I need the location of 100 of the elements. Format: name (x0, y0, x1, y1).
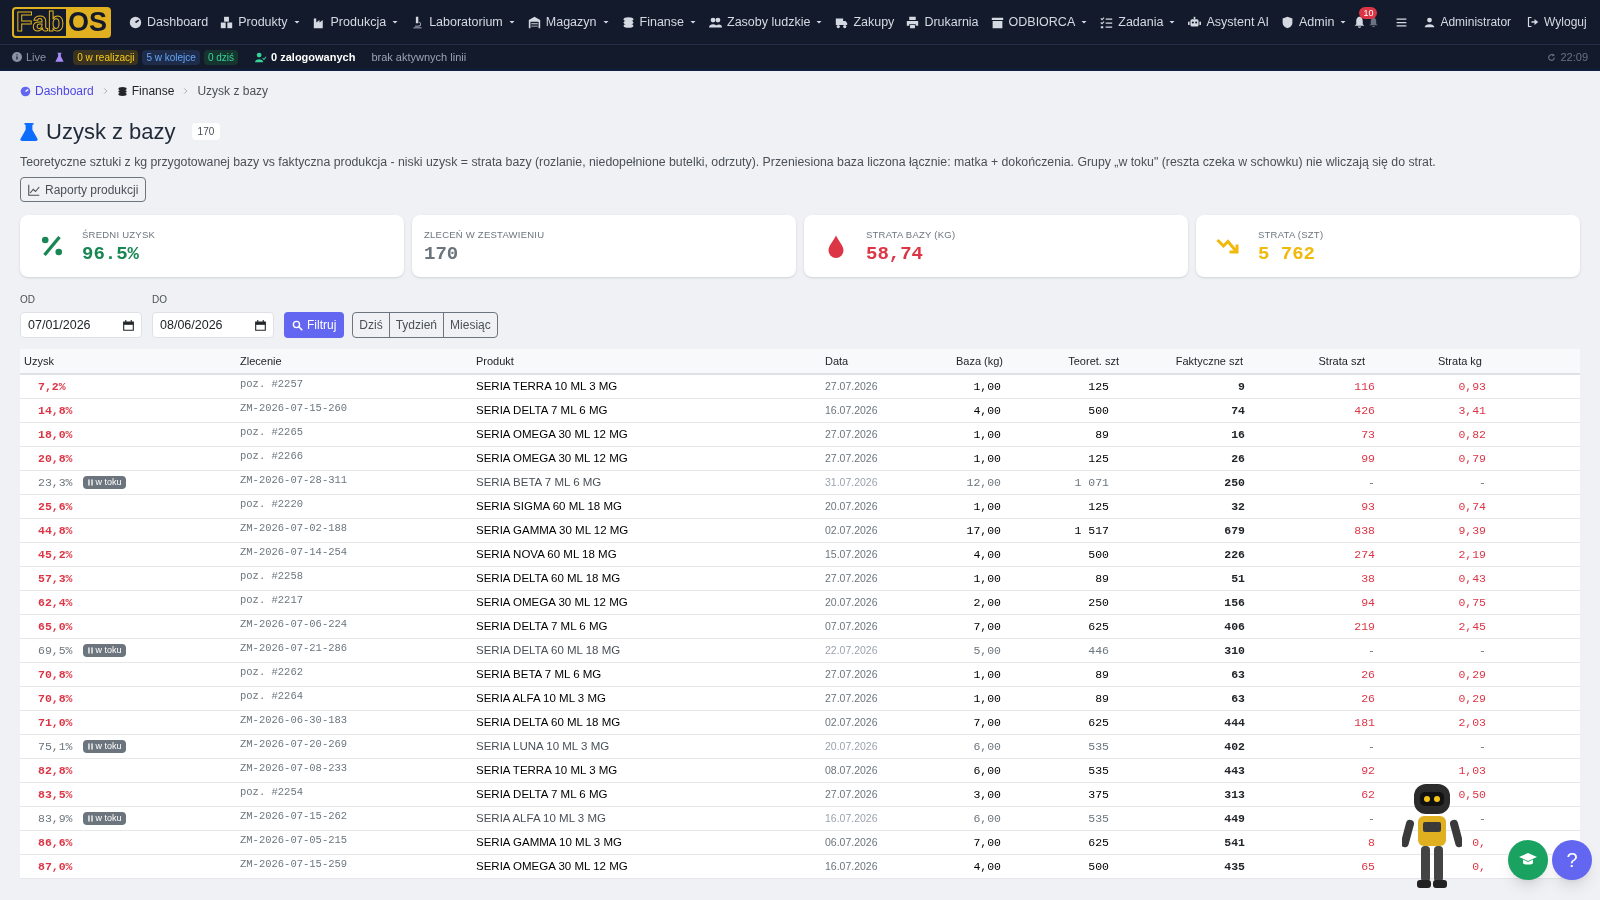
date-cell: 27.07.2026 (825, 380, 878, 393)
info-icon (12, 52, 22, 62)
table-cell: - (1368, 644, 1375, 658)
nav-item[interactable]: Dashboard (123, 12, 215, 32)
table-cell: 74 (1231, 404, 1245, 418)
date-cell: 16.07.2026 (825, 404, 878, 417)
nav-item[interactable]: Admin (1274, 12, 1354, 32)
nav-item[interactable]: Drukarnia (900, 12, 985, 32)
product-cell: SERIA DELTA 7 ML 6 MG (476, 620, 608, 633)
filter-button[interactable]: Filtruj (284, 312, 345, 339)
pause-icon (86, 743, 94, 751)
help-button[interactable]: ? (1552, 840, 1592, 880)
yield-value: 65,0% (38, 619, 73, 636)
yield-value: 82,8% (38, 763, 73, 780)
table-cell: 313 (1224, 788, 1245, 802)
table-cell: 62 (1361, 788, 1375, 802)
yield-value: 45,2% (38, 547, 73, 564)
yield-value: 20,8% (38, 451, 73, 468)
nav-item[interactable]: Produkcja (306, 12, 406, 32)
table-cell: 402 (1224, 740, 1245, 754)
microscope-icon (411, 15, 425, 29)
table-cell: 89 (1095, 668, 1109, 682)
nav-item[interactable]: Zadania (1094, 12, 1183, 32)
table-cell: 219 (1354, 620, 1375, 634)
table-cell: 1 517 (1074, 524, 1109, 538)
table-cell: 125 (1088, 452, 1109, 466)
boxes-icon (220, 15, 234, 29)
product-cell: SERIA BETA 7 ML 6 MG (476, 668, 602, 681)
table-cell: 1,00 (973, 428, 1001, 442)
nav-item[interactable]: Laboratorium (405, 12, 522, 32)
table-cell: 7,00 (973, 620, 1001, 634)
date-cell: 16.07.2026 (825, 812, 878, 825)
table-cell: 63 (1231, 668, 1245, 682)
live-indicator: Live (12, 48, 47, 66)
order-cell: ZM-2026-07-14-254 (240, 546, 348, 559)
stat-value: 96.5% (82, 242, 140, 265)
date-cell: 22.07.2026 (825, 644, 878, 657)
nav-item[interactable]: Produkty (214, 12, 307, 32)
table-cell: 9,39 (1458, 524, 1486, 538)
user-menu[interactable]: Administrator (1424, 13, 1512, 31)
date-field[interactable]: 08/06/2026 (152, 312, 274, 339)
status-badge: 0 dziś (203, 49, 239, 65)
date-cell: 02.07.2026 (825, 524, 878, 537)
order-cell: ZM-2026-07-15-259 (240, 858, 348, 871)
table-cell: 92 (1361, 764, 1375, 778)
dashboard-gauge-icon (20, 85, 31, 97)
fabos-logo[interactable]: FabOS (12, 6, 112, 38)
breadcrumb-link[interactable]: Dashboard (20, 82, 94, 100)
stat-label: STRATA (SZT) (1258, 228, 1324, 243)
nav-item[interactable]: Zakupy (829, 12, 901, 32)
table-cell: 32 (1231, 500, 1245, 514)
yield-value: 14,8% (38, 403, 73, 420)
table-cell: 1,00 (973, 452, 1001, 466)
nav-item[interactable]: ODBIORCA (984, 12, 1095, 32)
date-field[interactable]: 07/01/2026 (20, 312, 142, 339)
table-cell: 7,00 (973, 836, 1001, 850)
table-cell: 444 (1224, 716, 1245, 730)
table-cell: 406 (1224, 620, 1245, 634)
table-cell: 94 (1361, 596, 1375, 610)
status-text: brak aktywnych linii (371, 49, 467, 65)
yield-value: 44,8% (38, 523, 73, 540)
nav-item[interactable]: Asystent AI (1182, 12, 1275, 32)
table-cell: 0,82 (1458, 428, 1486, 442)
table-cell: 63 (1231, 692, 1245, 706)
table-cell: 0,43 (1458, 572, 1486, 586)
range-button[interactable]: Dziś (353, 313, 389, 338)
nav-item[interactable]: Zasoby ludzkie (703, 12, 830, 32)
logout-icon (1527, 16, 1540, 28)
table-cell: 250 (1224, 476, 1245, 490)
yield-value: 83,5% (38, 787, 73, 804)
table-cell: 4,00 (973, 548, 1001, 562)
breadcrumb-link[interactable]: Finanse (116, 82, 175, 100)
date-cell: 27.07.2026 (825, 572, 878, 585)
range-button[interactable]: Tydzień (388, 313, 444, 338)
table-cell: 0, (1472, 836, 1486, 850)
field-label: DO (152, 293, 168, 308)
table-cell: 500 (1088, 860, 1109, 874)
product-cell: SERIA DELTA 60 ML 18 MG (476, 572, 621, 585)
status-badge: w toku (82, 812, 126, 826)
table-cell: 16 (1231, 428, 1245, 442)
order-cell: ZM-2026-07-20-269 (240, 738, 348, 751)
order-cell: poz. #2265 (240, 426, 303, 439)
reports-button[interactable]: Raporty produkcji (20, 177, 147, 203)
product-cell: SERIA TERRA 10 ML 3 MG (476, 380, 618, 393)
yield-value: 69,5% (38, 643, 73, 660)
order-cell: poz. #2264 (240, 690, 303, 703)
table-cell: 116 (1354, 380, 1375, 394)
user-check-icon (254, 51, 268, 63)
logout-link[interactable]: Wyloguj (1527, 13, 1587, 31)
field-label: OD (20, 293, 36, 308)
clock-time: 22:09 (1547, 48, 1588, 66)
pause-icon (86, 479, 94, 487)
stat-label: ZLECEŃ W ZESTAWIENIU (424, 228, 545, 243)
nav-item[interactable]: Finanse (615, 12, 703, 32)
table-cell: 2,00 (973, 596, 1001, 610)
range-button[interactable]: Miesiąc (443, 313, 497, 338)
table-cell: - (1479, 812, 1486, 826)
yield-value: 75,1% (38, 739, 73, 756)
nav-item[interactable]: Magazyn (521, 12, 616, 32)
table-cell: 26 (1361, 668, 1375, 682)
